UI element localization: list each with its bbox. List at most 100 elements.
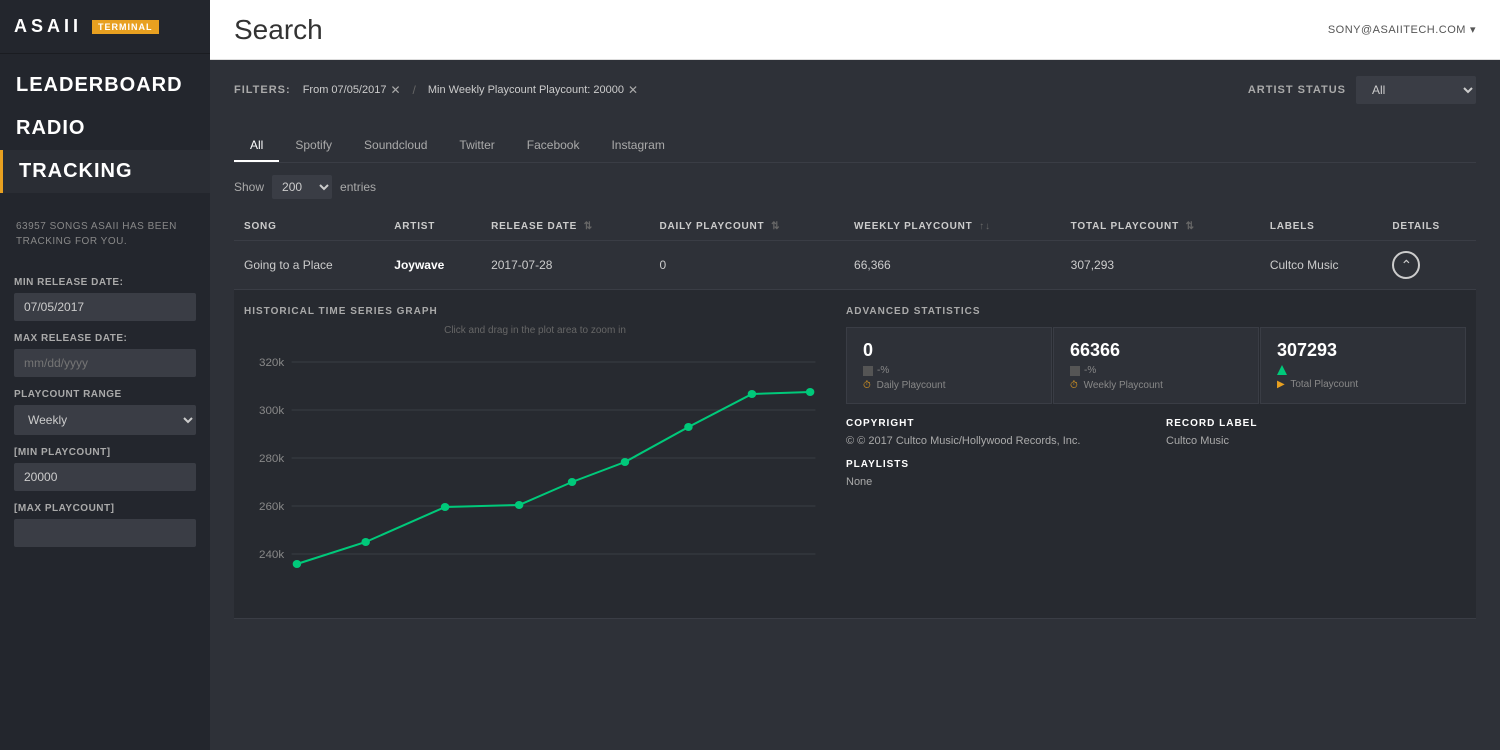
tab-facebook[interactable]: Facebook (511, 130, 596, 162)
show-entries-row: Show 200 100 50 entries (234, 175, 1476, 199)
stats-title: ADVANCED STATISTICS (846, 306, 1466, 317)
record-label-title: RECORD LABEL (1166, 418, 1466, 429)
cell-release-date: 2017-07-28 (481, 241, 649, 290)
stat-daily-value: 0 (863, 340, 1035, 361)
expanded-row: HISTORICAL TIME SERIES GRAPH Click and d… (234, 290, 1476, 619)
sidebar-item-leaderboard[interactable]: LEADERBOARD (0, 64, 210, 107)
chart-title: HISTORICAL TIME SERIES GRAPH (244, 306, 826, 317)
playlists-title: PLAYLISTS (846, 459, 1466, 470)
col-release-date[interactable]: RELEASE DATE ⇅ (481, 213, 649, 241)
chart-svg: 320k 300k 280k 260k 240k (244, 342, 826, 602)
cell-artist: Joywave (384, 241, 481, 290)
tab-soundcloud[interactable]: Soundcloud (348, 130, 443, 162)
min-release-date-label: MIN RELEASE DATE: (14, 277, 196, 288)
cell-labels: Cultco Music (1260, 241, 1383, 290)
daily-change-text: -% (877, 365, 889, 376)
show-entries-select[interactable]: 200 100 50 (272, 175, 332, 199)
copyright-symbol: © (846, 435, 857, 447)
tab-twitter[interactable]: Twitter (443, 130, 510, 162)
svg-text:320k: 320k (259, 357, 285, 369)
chart-area: HISTORICAL TIME SERIES GRAPH Click and d… (244, 306, 826, 602)
expanded-cell: HISTORICAL TIME SERIES GRAPH Click and d… (234, 290, 1476, 619)
playcount-range-label: PLAYCOUNT RANGE (14, 389, 196, 400)
chevron-down-icon: ▾ (1470, 23, 1476, 36)
cell-total-playcount: 307,293 (1061, 241, 1260, 290)
sidebar-item-tracking[interactable]: TRACKING (0, 150, 210, 193)
max-playcount-label: [MAX PLAYCOUNT] (14, 503, 196, 514)
release-date-sort-icon: ⇅ (584, 221, 593, 232)
copyright-section: COPYRIGHT © © 2017 Cultco Music/Hollywoo… (846, 418, 1146, 447)
stat-weekly-name: ⏱ Weekly Playcount (1070, 380, 1242, 391)
clock-icon: ⏱ (863, 380, 871, 391)
play-icon: ▶ (1277, 379, 1285, 390)
col-details: DETAILS (1382, 213, 1476, 241)
cell-song: Going to a Place (234, 241, 384, 290)
filter-playcount-remove[interactable]: ✕ (628, 83, 638, 97)
sidebar-item-radio[interactable]: RADIO (0, 107, 210, 150)
page-title: Search (234, 14, 323, 46)
artist-status-label: ARTIST STATUS (1248, 84, 1346, 96)
artist-status-bar: ARTIST STATUS All Signed Unsigned (1248, 76, 1476, 104)
filter-date-remove[interactable]: ✕ (390, 83, 400, 97)
logo-badge: TERMINAL (92, 20, 159, 34)
data-table: SONG ARTIST RELEASE DATE ⇅ DAILY PLAYCOU… (234, 213, 1476, 619)
stat-weekly-value: 66366 (1070, 340, 1242, 361)
svg-text:260k: 260k (259, 501, 285, 513)
sidebar-logo: ASAII TERMINAL (0, 0, 210, 54)
min-playcount-input[interactable] (14, 463, 196, 491)
max-release-date-input[interactable] (14, 349, 196, 377)
chart-container[interactable]: 320k 300k 280k 260k 240k (244, 342, 826, 602)
content-area: FILTERS: From 07/05/2017 ✕ / Min Weekly … (210, 60, 1500, 750)
copyright-title: COPYRIGHT (846, 418, 1146, 429)
max-playcount-input[interactable] (14, 519, 196, 547)
col-daily-playcount[interactable]: DAILY PLAYCOUNT ⇅ (649, 213, 844, 241)
cell-daily-playcount: 0 (649, 241, 844, 290)
stat-card-total: 307293 ▶ Total Playcount (1260, 327, 1466, 404)
copyright-content: © © 2017 Cultco Music/Hollywood Records,… (846, 435, 1146, 447)
details-bottom: COPYRIGHT © © 2017 Cultco Music/Hollywoo… (846, 418, 1466, 447)
tabs-row: All Spotify Soundcloud Twitter Facebook … (234, 130, 1476, 163)
daily-trend-indicator (863, 366, 873, 376)
svg-text:240k: 240k (259, 549, 285, 561)
main-content: Search SONY@ASAIITECH.COM ▾ FILTERS: Fro… (210, 0, 1500, 750)
cell-details: ⌃ (1382, 241, 1476, 290)
table-row: Going to a Place Joywave 2017-07-28 0 66… (234, 241, 1476, 290)
stats-panel: ADVANCED STATISTICS 0 -% (846, 306, 1466, 602)
stat-total-change (1277, 365, 1449, 375)
col-labels: LABELS (1260, 213, 1383, 241)
details-button[interactable]: ⌃ (1392, 251, 1420, 279)
filters-label: FILTERS: (234, 84, 291, 96)
stat-daily-name: ⏱ Daily Playcount (863, 380, 1035, 391)
sidebar-nav: LEADERBOARD RADIO TRACKING (0, 54, 210, 203)
total-playcount-sort-icon: ⇅ (1186, 221, 1195, 232)
tab-all[interactable]: All (234, 130, 279, 162)
stat-total-value: 307293 (1277, 340, 1449, 361)
artist-status-select[interactable]: All Signed Unsigned (1356, 76, 1476, 104)
tab-instagram[interactable]: Instagram (595, 130, 680, 162)
top-controls: FILTERS: From 07/05/2017 ✕ / Min Weekly … (234, 76, 1476, 118)
daily-playcount-sort-icon: ⇅ (771, 221, 780, 232)
sidebar-stats-text: 63957 SONGS ASAII HAS BEEN TRACKING FOR … (0, 203, 210, 265)
total-trend-indicator (1277, 365, 1287, 375)
tab-spotify[interactable]: Spotify (279, 130, 348, 162)
user-menu[interactable]: SONY@ASAIITECH.COM ▾ (1328, 23, 1476, 36)
stat-weekly-change: -% (1070, 365, 1242, 376)
weekly-playcount-sort-icon: ↑↓ (979, 221, 991, 232)
col-artist: ARTIST (384, 213, 481, 241)
col-total-playcount[interactable]: TOTAL PLAYCOUNT ⇅ (1061, 213, 1260, 241)
weekly-change-text: -% (1084, 365, 1096, 376)
show-label: Show (234, 180, 264, 194)
col-weekly-playcount[interactable]: WEEKLY PLAYCOUNT ↑↓ (844, 213, 1061, 241)
playcount-range-select[interactable]: Weekly Daily Total (14, 405, 196, 435)
stat-card-daily: 0 -% ⏱ Daily Playcount (846, 327, 1052, 404)
cell-weekly-playcount: 66,366 (844, 241, 1061, 290)
stat-daily-change: -% (863, 365, 1035, 376)
filter-tag-date: From 07/05/2017 ✕ (303, 83, 401, 97)
max-release-date-label: MAX RELEASE DATE: (14, 333, 196, 344)
svg-text:280k: 280k (259, 453, 285, 465)
entries-label: entries (340, 180, 376, 194)
chart-subtitle: Click and drag in the plot area to zoom … (244, 325, 826, 336)
record-label-content: Cultco Music (1166, 435, 1466, 447)
min-release-date-input[interactable] (14, 293, 196, 321)
svg-text:300k: 300k (259, 405, 285, 417)
